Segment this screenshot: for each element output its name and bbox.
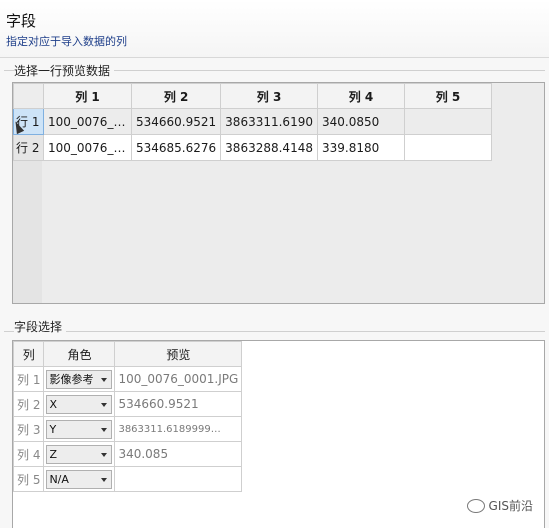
field-column-name: 列 5 <box>12 466 45 492</box>
table-cell[interactable] <box>403 108 492 135</box>
field-column-name: 列 2 <box>12 391 45 417</box>
field-preview-value: 3863311.6189999… <box>114 416 243 442</box>
preview-group-label: 选择一行预览数据 <box>14 62 115 79</box>
col-header: 列 <box>12 341 45 367</box>
table-cell[interactable]: 100_0076_0… <box>43 134 132 161</box>
column-header-4[interactable]: 列 4 <box>316 83 405 109</box>
table-cell[interactable]: 534660.9521 <box>130 108 222 135</box>
role-dropdown[interactable]: Z <box>46 444 113 464</box>
field-header-row: 列 角色 预览 <box>12 341 243 367</box>
chevron-down-icon <box>101 402 108 407</box>
role-dropdown[interactable]: Y <box>46 419 113 439</box>
role-dropdown-value: 影像参考 <box>49 372 94 386</box>
table-cell[interactable]: 340.0850 <box>316 108 405 135</box>
table-cell[interactable]: 339.8180 <box>316 134 405 161</box>
column-header-1[interactable]: 列 1 <box>43 83 132 109</box>
field-column-name: 列 3 <box>12 416 45 442</box>
field-column-name: 列 1 <box>12 366 45 392</box>
table-cell[interactable]: 3863311.6190 <box>220 108 318 135</box>
table-row[interactable]: 列 1 影像参考 100_0076_0001.JPG <box>12 366 243 392</box>
table-row[interactable]: 列 2 X 534660.9521 <box>12 391 243 417</box>
column-header-5[interactable]: 列 5 <box>403 83 492 109</box>
role-dropdown[interactable]: N/A <box>46 469 113 489</box>
field-selection-grid[interactable]: 列 角色 预览 列 1 影像参考 100_0076_0001.JPG 列 2 X… <box>12 340 545 528</box>
fields-group-divider <box>4 331 545 332</box>
role-header: 角色 <box>43 341 116 367</box>
field-table: 列 角色 预览 列 1 影像参考 100_0076_0001.JPG 列 2 X… <box>12 341 243 492</box>
role-dropdown-value: Z <box>49 447 57 461</box>
field-column-name: 列 4 <box>12 441 45 467</box>
table-cell[interactable] <box>403 134 492 161</box>
fields-group-label: 字段选择 <box>14 318 67 335</box>
role-dropdown[interactable]: X <box>46 394 113 414</box>
chevron-down-icon <box>101 377 108 382</box>
wechat-icon <box>466 498 485 513</box>
preview-header: 预览 <box>114 341 243 367</box>
chevron-down-icon <box>101 477 108 482</box>
page-title: 字段 <box>6 12 37 30</box>
role-cell: 影像参考 <box>43 366 116 392</box>
watermark: GIS前沿 <box>466 497 533 514</box>
role-cell: X <box>43 391 116 417</box>
table-cell[interactable]: 534685.6276 <box>130 134 222 161</box>
field-preview-value: 100_0076_0001.JPG <box>114 366 243 392</box>
role-dropdown-value: N/A <box>49 472 69 486</box>
watermark-text: GIS前沿 <box>488 499 533 513</box>
role-dropdown[interactable]: 影像参考 <box>46 369 113 389</box>
wizard-header: 字段 指定对应于导入数据的列 <box>0 0 549 58</box>
role-cell: Z <box>43 441 116 467</box>
field-preview-value <box>114 466 243 492</box>
page-subtitle: 指定对应于导入数据的列 <box>6 35 127 48</box>
chevron-down-icon <box>101 452 108 457</box>
role-cell: Y <box>43 416 116 442</box>
table-cell[interactable]: 100_0076_0… <box>43 108 132 135</box>
role-cell: N/A <box>43 466 116 492</box>
table-row[interactable]: 列 5 N/A <box>12 466 243 492</box>
role-dropdown-value: X <box>49 397 57 411</box>
table-row[interactable]: 行 2 100_0076_0… 534685.6276 3863288.4148… <box>13 134 492 161</box>
preview-table: 列 1 列 2 列 3 列 4 列 5 行 1 100_0076_0… 5346… <box>13 83 492 161</box>
table-row[interactable]: 列 4 Z 340.085 <box>12 441 243 467</box>
table-row[interactable]: 列 3 Y 3863311.6189999… <box>12 416 243 442</box>
table-row[interactable]: 行 1 100_0076_0… 534660.9521 3863311.6190… <box>13 108 492 135</box>
field-preview-value: 340.085 <box>114 441 243 467</box>
corner-cell <box>13 83 44 109</box>
role-dropdown-value: Y <box>49 422 57 436</box>
column-header-3[interactable]: 列 3 <box>220 83 318 109</box>
field-preview-value: 534660.9521 <box>114 391 243 417</box>
preview-data-grid[interactable]: 列 1 列 2 列 3 列 4 列 5 行 1 100_0076_0… 5346… <box>12 82 545 304</box>
table-cell[interactable]: 3863288.4148 <box>220 134 318 161</box>
preview-header-row: 列 1 列 2 列 3 列 4 列 5 <box>13 83 492 109</box>
column-header-2[interactable]: 列 2 <box>130 83 222 109</box>
chevron-down-icon <box>101 427 108 432</box>
row-header-2[interactable]: 行 2 <box>13 134 44 161</box>
